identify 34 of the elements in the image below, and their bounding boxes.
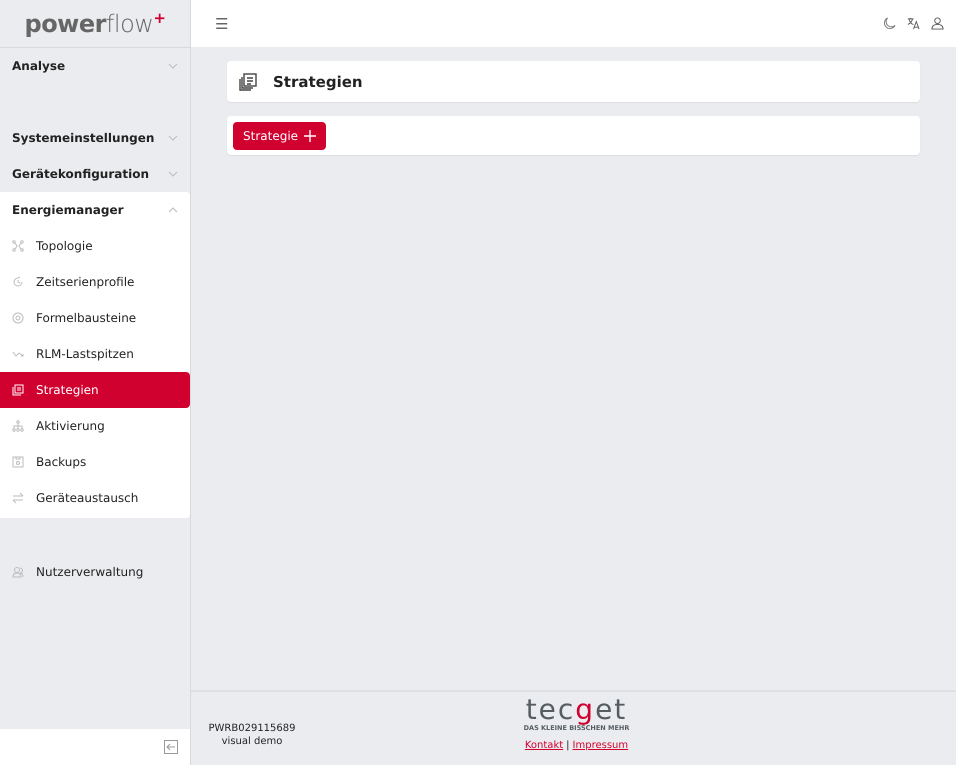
nav-item[interactable]: Nutzerverwaltung — [0, 554, 190, 590]
chevron-icon — [168, 63, 178, 69]
nav-item[interactable]: Topologie — [0, 228, 190, 264]
nav-item[interactable]: Formelbausteine — [0, 300, 190, 336]
user-icon[interactable] — [931, 17, 944, 30]
documents-icon — [239, 72, 257, 90]
impressum-link[interactable]: Impressum — [572, 740, 628, 751]
chevron-icon — [168, 171, 178, 177]
powerflow-logo: powerflow$^{+}$ — [24, 9, 166, 38]
collapse-sidebar-icon[interactable] — [164, 740, 178, 754]
tecget-logo: tecg et — [526, 696, 628, 724]
page-title: Strategien — [273, 72, 363, 90]
nav-item[interactable]: Geräteaustausch — [0, 480, 190, 516]
nav-group-header[interactable]: Analyse — [0, 48, 190, 84]
chevron-icon — [168, 135, 178, 141]
link-separator: | — [566, 740, 570, 751]
moon-icon[interactable] — [883, 17, 896, 30]
nav-item[interactable]: Strategien — [0, 372, 190, 408]
nav-item[interactable]: Aktivierung — [0, 408, 190, 444]
nav-item[interactable]: Zeitserienprofile — [0, 264, 190, 300]
device-id: PWRB029115689 — [208, 722, 296, 734]
device-name: visual demo — [222, 736, 282, 746]
nav-group-header[interactable]: Energiemanager — [0, 192, 190, 228]
add-strategy-button[interactable]: Strategie — [233, 122, 326, 150]
chevron-icon — [168, 207, 178, 213]
nav-group-header[interactable]: Gerätekonfiguration — [0, 156, 190, 192]
menu-button[interactable]: ☰ — [211, 14, 232, 32]
plus-icon — [304, 130, 316, 142]
users-icon — [12, 566, 24, 578]
translate-icon[interactable] — [907, 17, 920, 30]
kontakt-link[interactable]: Kontakt — [524, 740, 564, 751]
nav-item[interactable]: RLM-Lastspitzen — [0, 336, 190, 372]
nav-group-header[interactable]: Systemeinstellungen — [0, 120, 190, 156]
nav-item[interactable]: Backups — [0, 444, 190, 480]
